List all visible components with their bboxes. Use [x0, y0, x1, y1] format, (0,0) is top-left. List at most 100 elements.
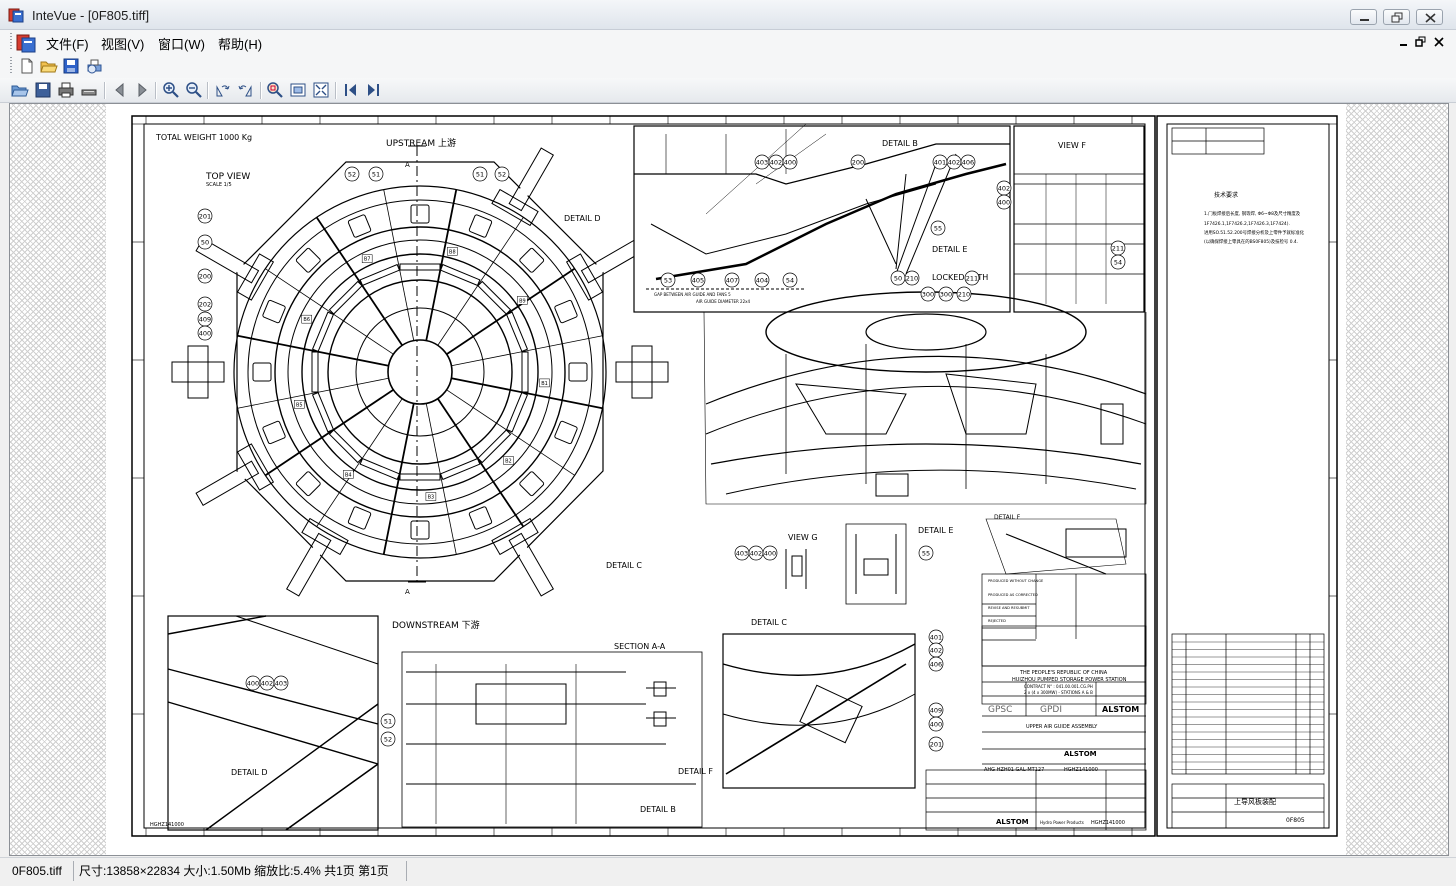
panel-tag: B2	[503, 456, 514, 465]
last-page-button[interactable]	[364, 81, 382, 99]
svg-text:409: 409	[199, 316, 211, 324]
window-title: InteVue - [0F805.tiff]	[32, 8, 150, 23]
svg-text:211: 211	[1112, 245, 1124, 253]
panel-tag: B4	[343, 470, 354, 479]
svg-text:403: 403	[736, 550, 748, 558]
svg-text:400: 400	[199, 330, 211, 338]
open-file-button[interactable]	[11, 81, 29, 99]
new-document-button[interactable]	[18, 57, 36, 75]
engineer-gpdi: GPDI	[1040, 705, 1062, 715]
fit-window-button[interactable]	[289, 81, 307, 99]
previous-button[interactable]	[111, 81, 129, 99]
alstom-logo-text-2: ALSTOM	[1064, 750, 1097, 758]
status-separator	[406, 861, 407, 881]
detail-b-balloon: 210	[904, 270, 920, 286]
save-button[interactable]	[62, 57, 80, 75]
top-view-scale-label: SCALE 1/5	[206, 182, 232, 188]
mdi-close-icon[interactable]	[1433, 36, 1445, 48]
drawing-page[interactable]: TOTAL WEIGHT 1000 Kg TOP VIEW SCALE 1/5 …	[106, 104, 1346, 855]
svg-text:52: 52	[384, 736, 392, 744]
locked-with-label: LOCKED WITH	[932, 273, 988, 282]
svg-text:50: 50	[201, 239, 209, 247]
top-view-label: TOP VIEW	[205, 172, 250, 182]
zoom-area-button[interactable]	[266, 81, 284, 99]
intevue-app-icon[interactable]	[8, 7, 24, 23]
panel-tag: B1	[539, 378, 550, 388]
zoom-out-button[interactable]	[185, 81, 203, 99]
first-page-button[interactable]	[342, 81, 360, 99]
svg-text:407: 407	[726, 277, 738, 285]
print-button[interactable]	[57, 81, 75, 99]
menu-window[interactable]: 窗口(W)	[156, 34, 207, 53]
mdi-restore-icon[interactable]	[1415, 36, 1427, 48]
image-viewport[interactable]: TOTAL WEIGHT 1000 Kg TOP VIEW SCALE 1/5 …	[9, 103, 1449, 856]
client-line-3: CONTRACT N° : 041.00.001.CG.PH	[1024, 684, 1093, 689]
svg-text:401: 401	[930, 634, 942, 642]
svg-text:402: 402	[261, 680, 273, 688]
air-guide-diameter-label: AIR GUIDE DIAMETER 22x4	[696, 299, 751, 304]
close-button[interactable]	[1416, 9, 1443, 25]
menubar-grip[interactable]	[10, 33, 12, 51]
rotate-left-button[interactable]	[213, 81, 231, 99]
zoom-out-icon	[186, 82, 202, 98]
menu-view[interactable]: 视图(V)	[99, 34, 146, 53]
svg-text:402: 402	[930, 647, 942, 655]
menu-help[interactable]: 帮助(H)	[216, 34, 264, 53]
alstom-logo-text-3: ALSTOM	[996, 818, 1029, 826]
assembly-title: UPPER AIR GUIDE ASSEMBLY	[1026, 724, 1098, 730]
print-preview-button[interactable]	[85, 57, 103, 75]
document-window-icon[interactable]	[15, 32, 37, 54]
view-g-balloon: 400	[762, 545, 778, 561]
last-page-icon	[368, 84, 379, 96]
open-button[interactable]	[40, 57, 58, 75]
detail-b-balloon: 400	[782, 154, 798, 170]
svg-text:54: 54	[786, 277, 794, 285]
open-folder-icon	[11, 85, 29, 97]
restore-button[interactable]	[1383, 9, 1410, 25]
chinese-title: 上导风板装配	[1234, 797, 1276, 806]
viewer-toolbar	[0, 78, 1456, 103]
scan-button[interactable]	[80, 81, 98, 99]
svg-text:55: 55	[934, 225, 942, 233]
previous-icon	[115, 82, 124, 98]
svg-text:B9: B9	[519, 298, 526, 304]
standard-toolbar	[0, 54, 1456, 78]
svg-text:404: 404	[756, 277, 768, 285]
detail-b-balloon: 402	[996, 180, 1012, 196]
tech-req-title: 技术要求	[1214, 191, 1238, 199]
fit-window-icon	[290, 83, 306, 97]
rotate-right-button[interactable]	[237, 81, 255, 99]
svg-text:55: 55	[922, 550, 930, 558]
view-g-balloon: 402	[748, 545, 764, 561]
hydro-power-label: Hydro Power Products	[1040, 820, 1084, 825]
next-button[interactable]	[133, 81, 151, 99]
detail-b-balloon: 211	[1110, 240, 1126, 256]
drawing-number-1: AHG HZH01 GAL-MT127	[984, 767, 1044, 773]
detail-e-balloon: 55	[918, 545, 934, 561]
zoom-area-icon	[267, 82, 283, 98]
tech-req-line-1: 1.门板焊接后长度, 钢等焊, Φ6~Φ8及尺寸精度及	[1204, 210, 1301, 217]
svg-text:403: 403	[756, 159, 768, 167]
svg-text:211: 211	[966, 275, 978, 283]
tech-req-line-2: 1F7426.1,1F7426.2,1F7426.3,1F7424).	[1204, 221, 1290, 227]
panel-tag: B8	[447, 247, 458, 256]
svg-text:300: 300	[940, 291, 952, 299]
minimize-button[interactable]	[1350, 9, 1377, 25]
fit-width-button[interactable]	[312, 81, 330, 99]
toolbar-grip[interactable]	[10, 57, 12, 75]
checklist-item-3: REVISE AND RESUBMIT	[988, 606, 1030, 610]
detail-b-balloon: 300	[920, 286, 936, 302]
new-document-icon	[21, 58, 33, 74]
zoom-in-button[interactable]	[162, 81, 180, 99]
tech-req-line-4: (以确保焊接上零具在的BS0F805)及技检号 0.4.	[1204, 238, 1298, 245]
detail-d-callout: DETAIL D	[564, 214, 600, 223]
detail-c-balloon: 406	[928, 656, 944, 672]
menu-file[interactable]: 文件(F)	[44, 34, 91, 53]
svg-text:B4: B4	[345, 472, 352, 478]
save-file-button[interactable]	[34, 81, 52, 99]
minimize-icon	[1360, 19, 1369, 21]
svg-text:52: 52	[348, 171, 356, 179]
checklist-item-4: REJECTED	[988, 619, 1006, 623]
mdi-minimize-icon[interactable]	[1398, 36, 1410, 48]
detail-c-balloon: 400	[928, 716, 944, 732]
